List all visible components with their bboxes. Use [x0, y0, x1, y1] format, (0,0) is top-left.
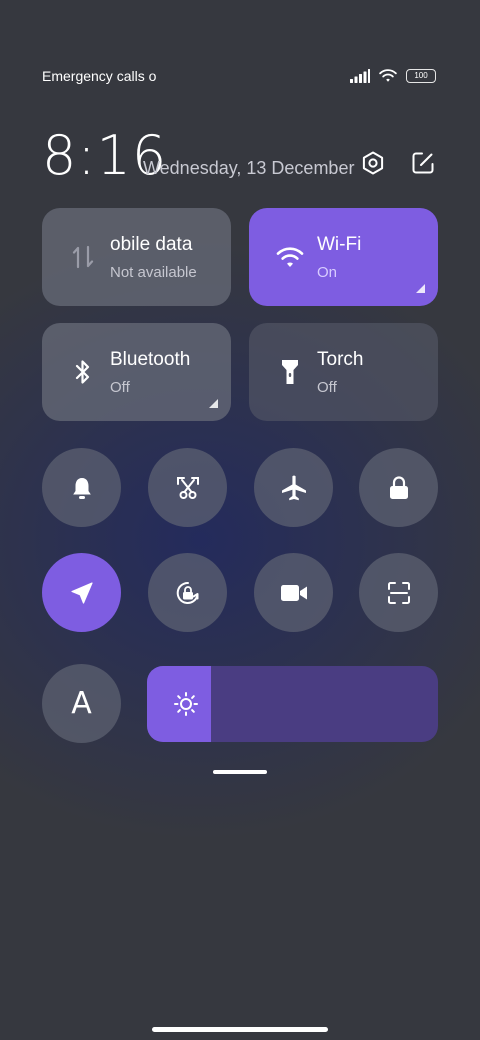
scan-icon [387, 581, 410, 604]
expand-handle[interactable] [213, 770, 267, 774]
bluetooth-expand-indicator [209, 399, 218, 408]
carrier-text: Emergency calls o [42, 68, 157, 84]
scanner-toggle[interactable] [359, 553, 438, 632]
clock-row: 8:16 Wednesday, 13 December [42, 124, 436, 187]
font-letter: A [71, 686, 92, 721]
mobile-data-icon [68, 242, 98, 272]
status-icons: 100 [350, 68, 436, 83]
bluetooth-status: Off [110, 379, 130, 396]
mobile-data-text: obile data Not available [110, 234, 220, 288]
mobile-data-tile[interactable]: obile data Not available [42, 208, 231, 306]
wifi-tile-icon [275, 242, 305, 272]
mobile-data-status: Not available [110, 264, 197, 281]
edit-icon [412, 152, 434, 174]
airplane-icon [281, 475, 306, 500]
sound-toggle[interactable] [42, 448, 121, 527]
video-icon [280, 584, 307, 601]
airplane-mode-toggle[interactable] [254, 448, 333, 527]
wifi-expand-indicator [416, 284, 425, 293]
font-size-toggle[interactable]: A [42, 664, 121, 743]
bluetooth-tile[interactable]: Bluetooth Off [42, 323, 231, 421]
bluetooth-icon [68, 357, 98, 387]
lock-screen-toggle[interactable] [359, 448, 438, 527]
wifi-icon [378, 68, 398, 83]
wifi-tile[interactable]: Wi-Fi On [249, 208, 438, 306]
screenshot-toggle[interactable] [148, 448, 227, 527]
screenshot-icon [176, 476, 199, 499]
home-indicator[interactable] [152, 1027, 328, 1032]
settings-button[interactable] [360, 150, 386, 176]
header-actions [360, 150, 436, 176]
status-bar: Emergency calls o 100 [42, 64, 436, 90]
wifi-label: Wi-Fi [317, 234, 362, 255]
auto-rotate-toggle[interactable] [148, 553, 227, 632]
edit-button[interactable] [410, 150, 436, 176]
bell-icon [72, 477, 91, 499]
torch-label: Torch [317, 349, 364, 370]
wifi-status: On [317, 264, 338, 281]
sun-icon [174, 692, 198, 716]
torch-icon [275, 357, 305, 387]
auto-rotate-icon [176, 581, 198, 604]
torch-tile[interactable]: Torch Off [249, 323, 438, 421]
torch-status: Off [317, 379, 337, 396]
bluetooth-label: Bluetooth [110, 349, 191, 370]
location-icon [70, 581, 93, 604]
battery-icon: 100 [406, 68, 436, 83]
date-text: Wednesday, 13 December [143, 158, 355, 178]
signal-icon [350, 68, 370, 83]
brightness-slider[interactable] [147, 666, 438, 742]
lock-icon [389, 475, 408, 499]
settings-icon [362, 151, 384, 175]
screen-recorder-toggle[interactable] [254, 553, 333, 632]
location-toggle[interactable] [42, 553, 121, 632]
mobile-data-label: obile data [110, 234, 193, 255]
